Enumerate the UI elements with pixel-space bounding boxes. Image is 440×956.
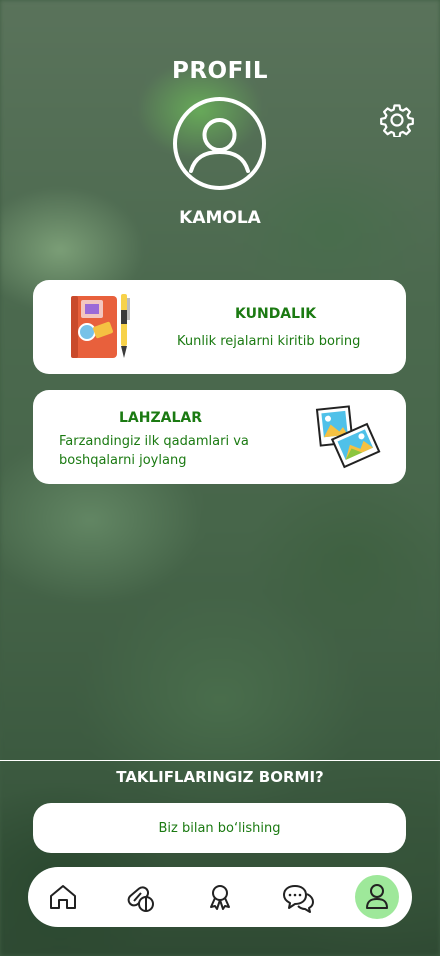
divider <box>0 760 440 761</box>
avatar[interactable] <box>173 97 266 190</box>
pills-icon <box>127 886 154 912</box>
award-ribbon-icon <box>210 885 230 910</box>
gear-icon <box>380 104 414 139</box>
share-button[interactable]: Biz bilan bo‘lishing <box>33 803 406 853</box>
diary-icon <box>71 294 130 358</box>
card-description: Kunlik rejalarni kiritib boring <box>177 334 361 349</box>
nav-achievements[interactable] <box>200 877 240 917</box>
home-icon <box>50 885 76 909</box>
diary-card[interactable]: KUNDALIK Kunlik rejalarni kiritib boring <box>33 280 406 374</box>
feedback-question: TAKLIFLARINGIZ BORMI? <box>116 768 324 786</box>
card-description: Farzandingiz ilk qadamlari va boshqalarn… <box>59 434 249 468</box>
nav-home[interactable] <box>43 877 83 917</box>
user-icon <box>366 884 388 909</box>
user-icon <box>189 118 250 173</box>
card-title: LAHZALAR <box>119 410 202 426</box>
nav-medicine[interactable] <box>121 877 161 917</box>
photos-icon <box>315 405 381 469</box>
profile-name: KAMOLA <box>179 208 261 228</box>
bottom-navigation <box>28 867 412 927</box>
nav-chat[interactable] <box>278 877 318 917</box>
page-title: PROFIL <box>171 58 269 84</box>
settings-button[interactable] <box>380 103 414 139</box>
chat-icon <box>283 885 314 913</box>
moments-card[interactable]: LAHZALAR Farzandingiz ilk qadamlari va b… <box>33 390 406 484</box>
card-title: KUNDALIK <box>235 306 317 322</box>
nav-profile[interactable] <box>357 877 397 917</box>
